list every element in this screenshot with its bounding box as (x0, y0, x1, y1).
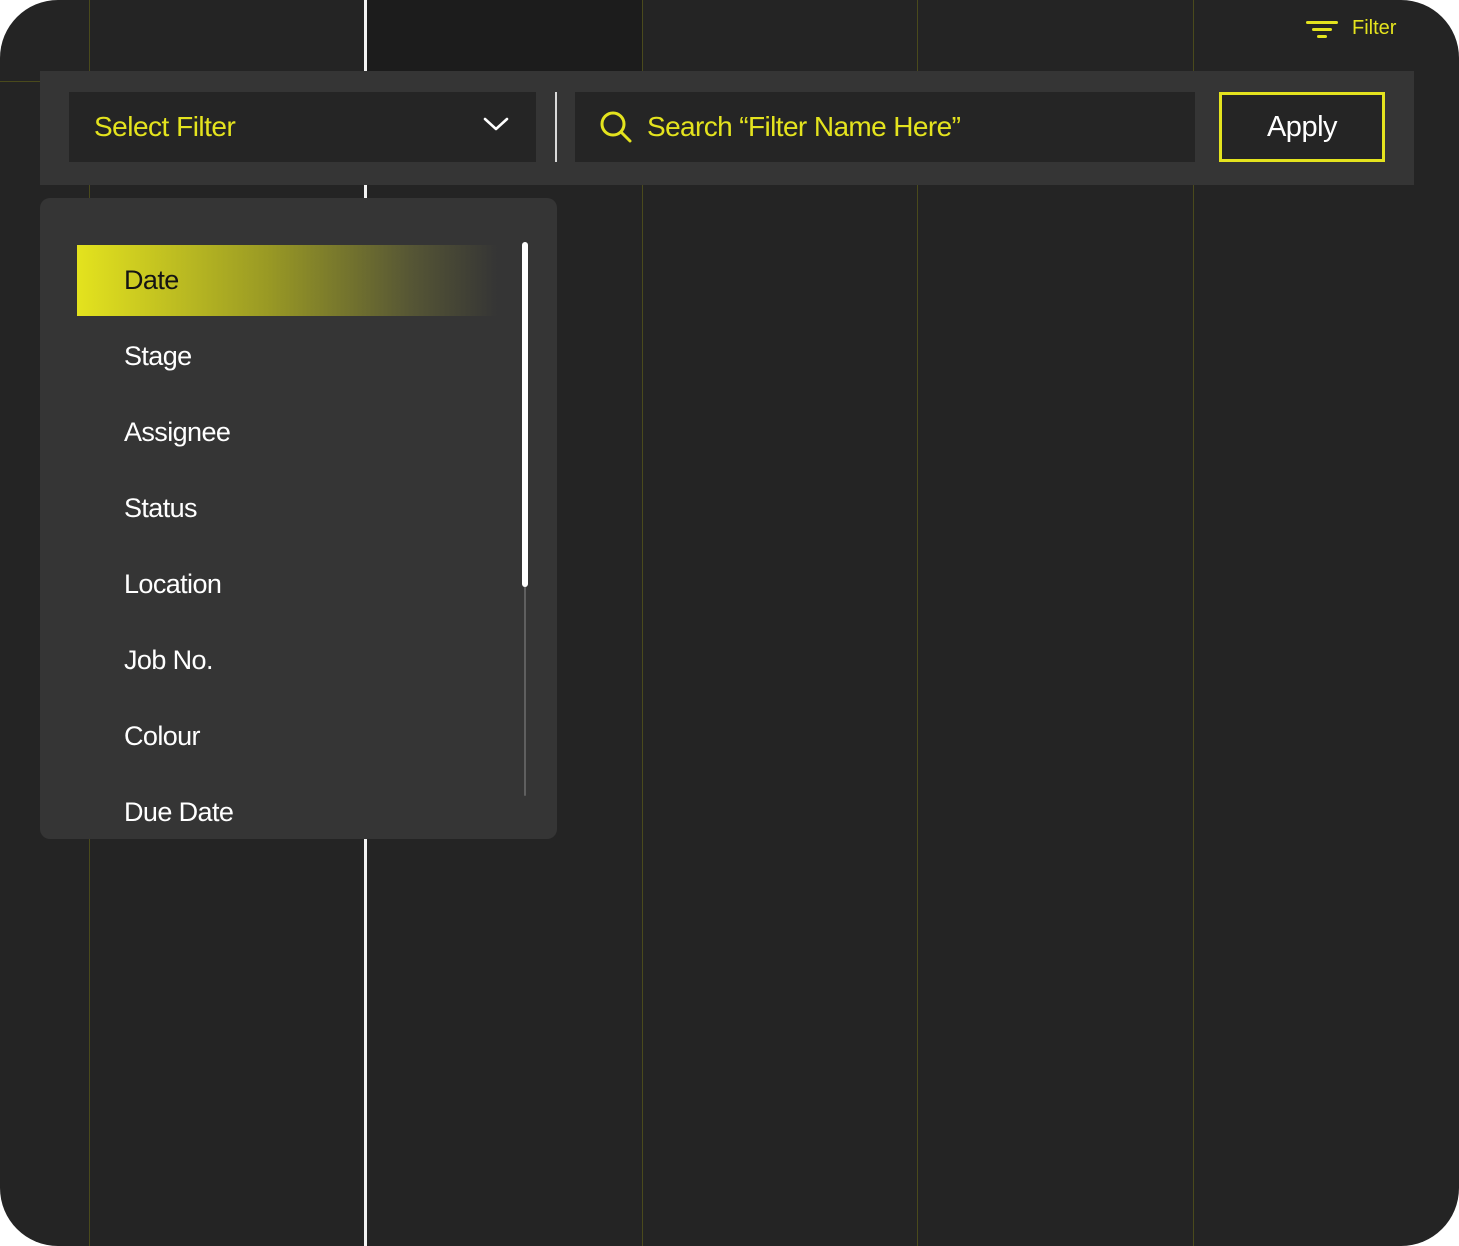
filter-search-field (575, 92, 1195, 162)
filter-toggle-button[interactable]: Filter (1304, 14, 1396, 42)
menu-item-date[interactable]: Date (77, 245, 497, 316)
menu-item-colour[interactable]: Colour (77, 701, 497, 772)
menu-item-location[interactable]: Location (77, 549, 497, 620)
row-divider (0, 81, 44, 82)
app-frame: Filter Select Filter Apply Date Stage As… (0, 0, 1459, 1246)
filter-dropdown-menu: Date Stage Assignee Status Location Job … (40, 198, 557, 839)
scrollbar-thumb[interactable] (522, 242, 528, 587)
chevron-down-icon (483, 117, 509, 131)
filter-select[interactable]: Select Filter (69, 92, 536, 162)
filter-options-list: Date Stage Assignee Status Location Job … (77, 245, 497, 839)
menu-item-stage[interactable]: Stage (77, 321, 497, 392)
column-divider (642, 0, 643, 1246)
filter-toggle-label: Filter (1352, 16, 1397, 39)
filter-icon (1304, 17, 1338, 39)
filter-select-label: Select Filter (94, 111, 236, 142)
menu-item-due-date[interactable]: Due Date (77, 777, 497, 839)
filter-toolbar: Select Filter Apply (40, 71, 1414, 185)
column-divider (917, 0, 918, 1246)
column-header-shade (367, 0, 642, 72)
menu-item-status[interactable]: Status (77, 473, 497, 544)
menu-item-job-no[interactable]: Job No. (77, 625, 497, 696)
search-icon (600, 111, 632, 143)
column-divider (1193, 0, 1194, 1246)
toolbar-divider (555, 92, 557, 162)
menu-item-assignee[interactable]: Assignee (77, 397, 497, 468)
apply-button[interactable]: Apply (1219, 92, 1385, 162)
search-input[interactable] (647, 111, 1187, 143)
